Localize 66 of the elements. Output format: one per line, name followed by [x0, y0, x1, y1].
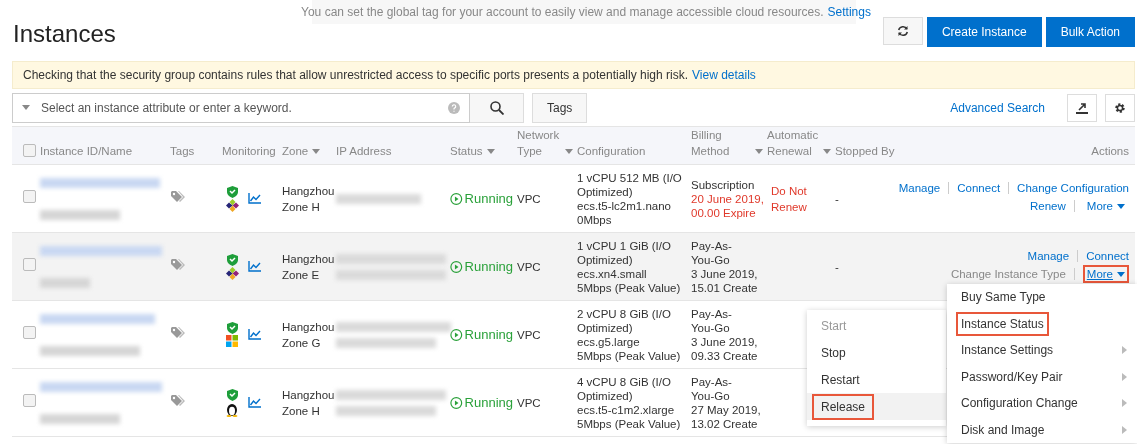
more-link[interactable]: More: [1082, 265, 1129, 283]
header-button[interactable]: Create Instance: [926, 17, 1042, 47]
renewal-text: Do Not Renew: [770, 183, 808, 215]
billing-date: 3 June 2019, 09.33 Create: [691, 334, 759, 363]
configuration-text: 2 vCPU 8 GiB (I/O Optimized) ecs.g5.large 5Mbps (Peak Value): [576, 306, 682, 363]
menu-item[interactable]: Release: [812, 393, 875, 420]
column-header[interactable]: Automatic Renewal: [767, 127, 819, 159]
column-header: Tags: [170, 144, 195, 159]
status-text: Running: [464, 327, 513, 342]
warning-text: Checking that the security group contains rules that allow unrestricted access to specific ports presents a potentially high risk.: [23, 68, 688, 82]
column-header[interactable]: Billing Method: [691, 127, 751, 159]
page-title: Instances: [13, 20, 116, 48]
advanced-search-link[interactable]: Advanced Search: [950, 101, 1045, 115]
column-header[interactable]: Status: [450, 143, 483, 159]
action-link[interactable]: Renew: [1030, 200, 1066, 212]
zone-text: Hangzhou Zone G: [282, 319, 334, 351]
column-header[interactable]: Network Type: [517, 127, 561, 159]
menu-item[interactable]: Disk and Image: [956, 417, 1050, 442]
menu-item[interactable]: Stop: [812, 339, 855, 366]
search-field[interactable]: Select an instance attribute or enter a keyword.: [12, 93, 470, 123]
column-header: Actions: [1091, 144, 1129, 159]
billing-method: Pay-As-You-Go: [691, 306, 733, 335]
configuration-text: 4 vCPU 8 GiB (I/O Optimized) ecs.t5-c1m2.xlarge 5Mbps (Peak Value): [576, 374, 682, 431]
column-header: Stopped By: [835, 144, 895, 159]
notice-text: You can set the global tag for your account to easily view and manage accessible cloud resources.: [301, 5, 824, 19]
billing-date: 20 June 2019, 00.00 Expire: [691, 191, 765, 220]
column-header: Instance ID/Name: [40, 144, 133, 159]
menu-item[interactable]: Configuration Change: [956, 391, 1083, 416]
action-link[interactable]: Connect: [957, 182, 1001, 194]
status-text: Running: [464, 395, 513, 410]
menu-item[interactable]: Password/Key Pair: [956, 364, 1068, 389]
more-link[interactable]: More: [1082, 197, 1129, 215]
network-type: VPC: [517, 192, 541, 205]
action-link[interactable]: Change Configuration: [1017, 182, 1129, 194]
stopped-by-text: -: [835, 260, 839, 273]
status-text: Running: [464, 259, 513, 274]
tags-button[interactable]: Tags: [532, 93, 588, 123]
network-type: VPC: [517, 260, 541, 273]
configuration-text: 1 vCPU 1 GiB (I/O Optimized) ecs.xn4.small 5Mbps (Peak Value): [576, 238, 682, 295]
billing-date: 3 June 2019, 15.01 Create: [691, 266, 759, 295]
zone-text: Hangzhou Zone H: [282, 183, 334, 215]
billing-method: Pay-As-You-Go: [691, 374, 733, 403]
menu-item[interactable]: Instance Settings: [956, 338, 1059, 363]
action-link[interactable]: Connect: [1086, 250, 1129, 262]
view-details-link[interactable]: View details: [692, 68, 756, 82]
column-header: IP Address: [336, 144, 392, 159]
billing-method: Subscription: [691, 177, 755, 192]
menu-item[interactable]: Restart: [812, 366, 869, 393]
configuration-text: 1 vCPU 512 MB (I/O Optimized) ecs.t5-lc2m1.nano 0Mbps: [576, 170, 683, 227]
stopped-by-text: -: [835, 192, 839, 205]
settings-link[interactable]: Settings: [827, 5, 871, 19]
header-button[interactable]: Bulk Action: [1045, 17, 1135, 47]
billing-method: Pay-As-You-Go: [691, 238, 733, 267]
network-type: VPC: [517, 328, 541, 341]
status-text: Running: [464, 191, 513, 206]
column-header[interactable]: Zone: [282, 143, 309, 159]
zone-text: Hangzhou Zone H: [282, 387, 334, 419]
action-link[interactable]: Manage: [898, 182, 941, 194]
column-header: Monitoring: [222, 144, 276, 159]
zone-text: Hangzhou Zone E: [282, 251, 334, 283]
billing-date: 27 May 2019, 13.02 Create: [691, 402, 762, 431]
network-type: VPC: [517, 396, 541, 409]
action-link[interactable]: Manage: [1027, 250, 1070, 262]
menu-item[interactable]: Instance Status: [956, 311, 1049, 336]
column-header: Configuration: [577, 144, 646, 159]
menu-item[interactable]: Buy Same Type: [956, 285, 1051, 310]
